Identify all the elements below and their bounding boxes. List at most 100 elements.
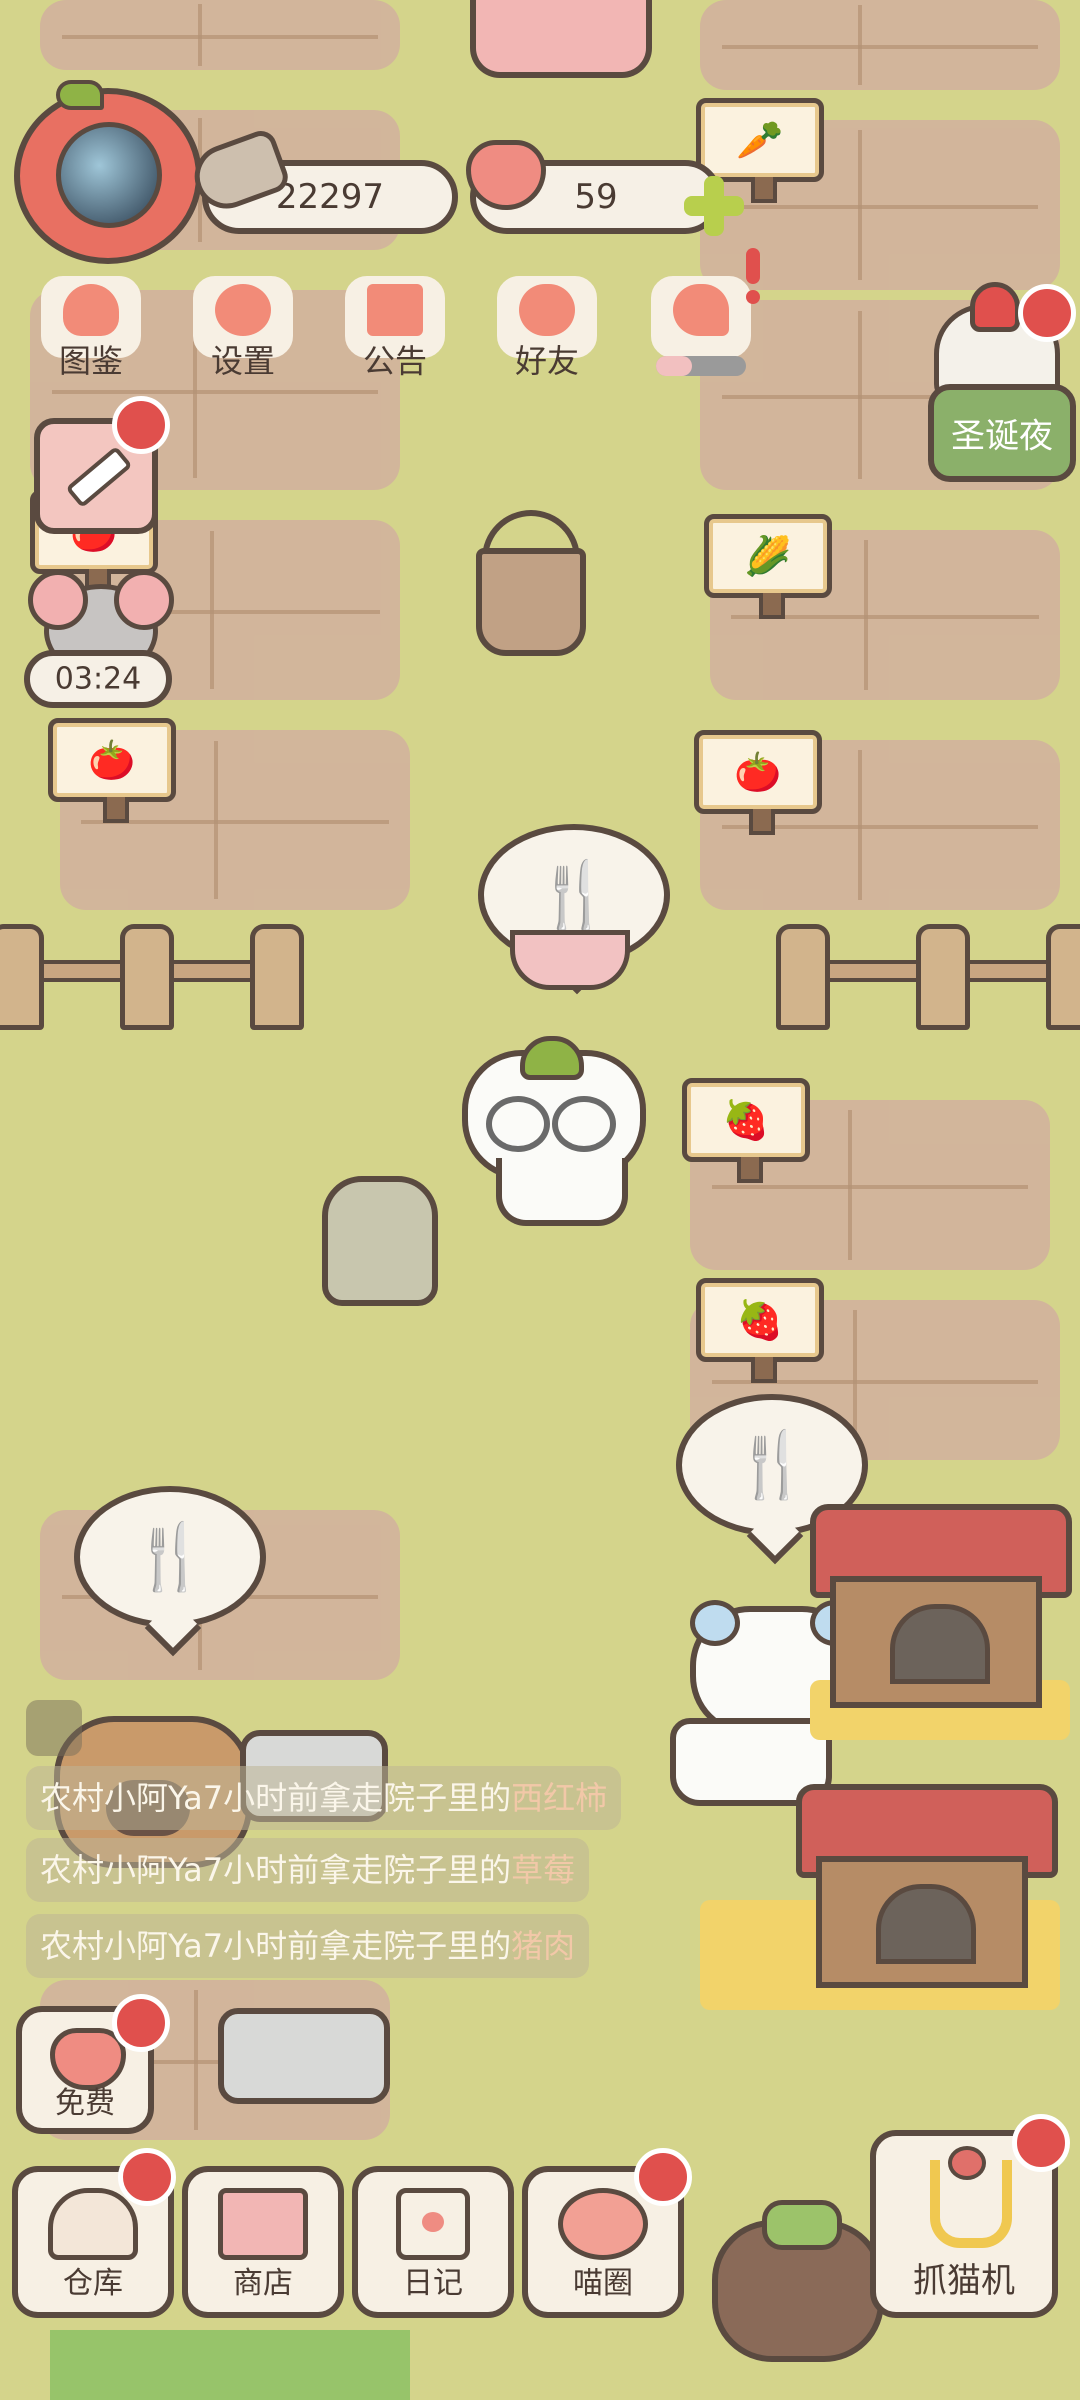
feed-toggle[interactable] — [26, 1700, 82, 1756]
menu-heart-hands-button[interactable] — [636, 272, 766, 382]
notification-dot — [634, 2148, 692, 2206]
grey-bench[interactable] — [218, 2008, 390, 2104]
pink-bowl[interactable] — [510, 930, 630, 990]
dog-house[interactable] — [796, 1784, 1058, 1988]
plot[interactable] — [700, 0, 1060, 90]
menu-settings-button[interactable]: 设置 — [178, 272, 308, 382]
corn-sign[interactable]: 🌽 — [704, 514, 832, 619]
fence-post — [120, 924, 174, 1030]
game-field[interactable]: 🥕 🍅 🌽 🍅 🍅 🍓 🍓 🍴 🍴 🍴 — [0, 0, 1080, 2400]
menu-announcement-button[interactable]: 公告 — [330, 272, 460, 382]
notification-dot — [118, 2148, 176, 2206]
fence-left — [0, 924, 304, 1030]
tomato-icon: 🍅 — [734, 750, 782, 794]
avatar-frame[interactable] — [14, 80, 202, 264]
add-hearts-button[interactable] — [684, 176, 744, 236]
feed-item: 农村小阿Ya7小时前拿走院子里的西红柿 — [26, 1766, 622, 1830]
apple-leaf-icon — [56, 80, 104, 110]
bucket-body — [476, 548, 586, 656]
strawberry-icon: 🍓 — [722, 1098, 770, 1142]
friends-icon — [519, 284, 575, 336]
strawberry-sign[interactable]: 🍓 — [696, 1278, 824, 1383]
diary-button[interactable]: 日记 — [352, 2166, 514, 2318]
timer-value: 03:24 — [54, 661, 142, 697]
feed-item-name: 草莓 — [511, 1851, 576, 1889]
storage-label: 仓库 — [63, 2266, 123, 2301]
menu-label: 公告 — [362, 342, 427, 380]
mouse-ear — [28, 570, 88, 630]
fence-post — [0, 924, 44, 1030]
feed-item-name: 猪肉 — [511, 1927, 576, 1965]
fork-knife-icon: 🍴 — [732, 1428, 812, 1503]
cat-with-glasses[interactable] — [456, 1036, 676, 1226]
diary-label: 日记 — [403, 2266, 463, 2301]
alert-icon — [746, 248, 760, 284]
fork-knife-icon: 🍴 — [534, 858, 614, 933]
pink-bench[interactable] — [470, 0, 652, 78]
menu-collection-button[interactable]: 图鉴 — [26, 272, 156, 382]
sign-post — [751, 177, 777, 203]
shop-label: 商店 — [233, 2266, 293, 2301]
notification-dot — [1012, 2114, 1070, 2172]
bucket[interactable] — [476, 510, 586, 656]
leaf-hat — [520, 1036, 584, 1080]
house-door — [876, 1884, 976, 1964]
notification-dot — [112, 1994, 170, 2052]
fence-post — [250, 924, 304, 1030]
claw-top — [948, 2146, 986, 2180]
strawberry-sign[interactable]: 🍓 — [682, 1078, 810, 1183]
menu-label: 图鉴 — [58, 342, 123, 380]
fence-post — [776, 924, 830, 1030]
progress-fill — [656, 356, 692, 376]
feed-item: 农村小阿Ya7小时前拿走院子里的猪肉 — [26, 1914, 590, 1978]
santa-hat-icon — [970, 282, 1020, 332]
christmas-event-button[interactable]: 圣诞夜 — [928, 384, 1076, 482]
strawberry-icon: 🍓 — [736, 1298, 784, 1342]
feed-text: 农村小阿Ya7小时前拿走院子里的 — [40, 1851, 512, 1889]
free-label: 免费 — [55, 2086, 115, 2121]
feed-item-name: 西红柿 — [511, 1779, 608, 1817]
notification-dot — [112, 396, 170, 454]
storage-icon — [48, 2188, 138, 2260]
sign-post — [759, 593, 785, 619]
sign-post — [737, 1157, 763, 1183]
claw-machine-label: 抓猫机 — [913, 2261, 1015, 2301]
heart-hands-icon — [673, 284, 729, 336]
tomato-sign[interactable]: 🍅 — [694, 730, 822, 835]
dog-house[interactable] — [810, 1504, 1072, 1708]
mouse-ear — [114, 570, 174, 630]
carrot-sign[interactable]: 🥕 — [696, 98, 824, 203]
glasses — [552, 1096, 616, 1152]
bubble-tail — [746, 1507, 804, 1565]
sign-post — [103, 797, 129, 823]
cat-circle-label: 喵圈 — [573, 2266, 633, 2301]
menu-friends-button[interactable]: 好友 — [482, 272, 612, 382]
fork-knife-icon: 🍴 — [130, 1520, 210, 1595]
grass-patch — [50, 2330, 410, 2400]
avatar[interactable] — [56, 122, 162, 228]
timer-pill[interactable]: 03:24 — [24, 650, 172, 708]
cat-book-icon — [63, 284, 119, 336]
tomato-icon: 🍅 — [88, 738, 136, 782]
sign-post — [751, 1357, 777, 1383]
feed-bubble[interactable]: 🍴 — [74, 1486, 266, 1657]
notification-dot — [1018, 284, 1076, 342]
feed-text: 农村小阿Ya7小时前拿走院子里的 — [40, 1779, 512, 1817]
tomato-sign[interactable]: 🍅 — [48, 718, 176, 823]
shop-button[interactable]: 商店 — [182, 2166, 344, 2318]
rice-sack[interactable] — [322, 1176, 438, 1306]
menu-label: 设置 — [210, 342, 275, 380]
bear-ear — [690, 1600, 740, 1646]
cat-planet-icon — [558, 2188, 648, 2260]
feed-item: 农村小阿Ya7小时前拿走院子里的草莓 — [26, 1838, 590, 1902]
carrot-icon: 🥕 — [736, 118, 784, 162]
fence-right — [776, 924, 1080, 1030]
menu-label: 好友 — [514, 342, 579, 380]
plot[interactable] — [40, 0, 400, 70]
fence-post — [1046, 924, 1080, 1030]
gear-icon — [215, 284, 271, 336]
glasses — [486, 1096, 550, 1152]
green-bow — [762, 2200, 842, 2250]
shop-icon — [218, 2188, 308, 2260]
pencil-icon — [65, 445, 133, 509]
